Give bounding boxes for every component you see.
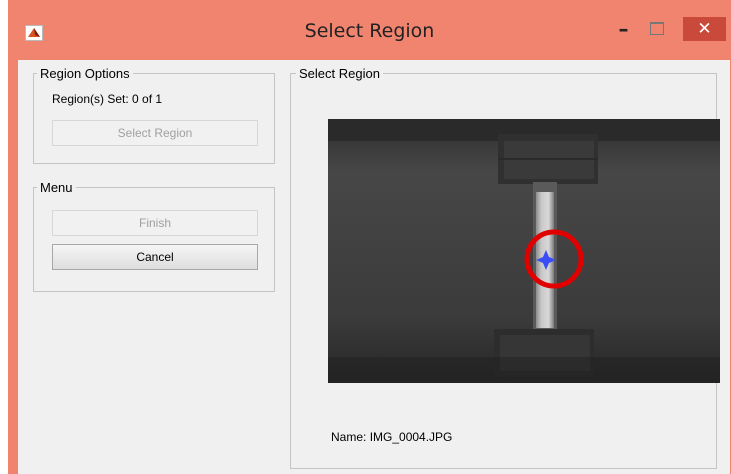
select-region-panel: Select Region Name: IMG_0004.JPG — [290, 66, 720, 469]
name-label: Name: — [331, 430, 367, 444]
maximize-button[interactable] — [645, 19, 670, 41]
menu-panel: Menu Finish Cancel — [33, 180, 275, 292]
specimen-photo — [328, 119, 720, 383]
dialog-content: Region Options Region(s) Set: 0 of 1 Sel… — [18, 60, 730, 474]
menu-legend: Menu — [37, 180, 76, 195]
maximize-icon — [650, 22, 664, 35]
region-options-legend: Region Options — [37, 66, 133, 81]
image-name-row: Name: IMG_0004.JPG — [331, 430, 452, 444]
app-window: Select Region – ✕ Region Options Region(… — [8, 0, 731, 474]
cancel-button[interactable]: Cancel — [52, 244, 258, 270]
select-region-legend: Select Region — [296, 66, 383, 81]
region-options-panel: Region Options Region(s) Set: 0 of 1 Sel… — [33, 66, 275, 164]
close-button[interactable]: ✕ — [683, 17, 726, 41]
select-region-button[interactable]: Select Region — [52, 120, 258, 146]
file-name: IMG_0004.JPG — [369, 430, 453, 444]
minimize-button[interactable]: – — [611, 19, 636, 42]
specimen-image[interactable] — [328, 119, 720, 383]
title-bar[interactable]: Select Region – ✕ — [8, 0, 731, 60]
regions-set-status: Region(s) Set: 0 of 1 — [52, 92, 163, 106]
finish-button[interactable]: Finish — [52, 210, 258, 236]
